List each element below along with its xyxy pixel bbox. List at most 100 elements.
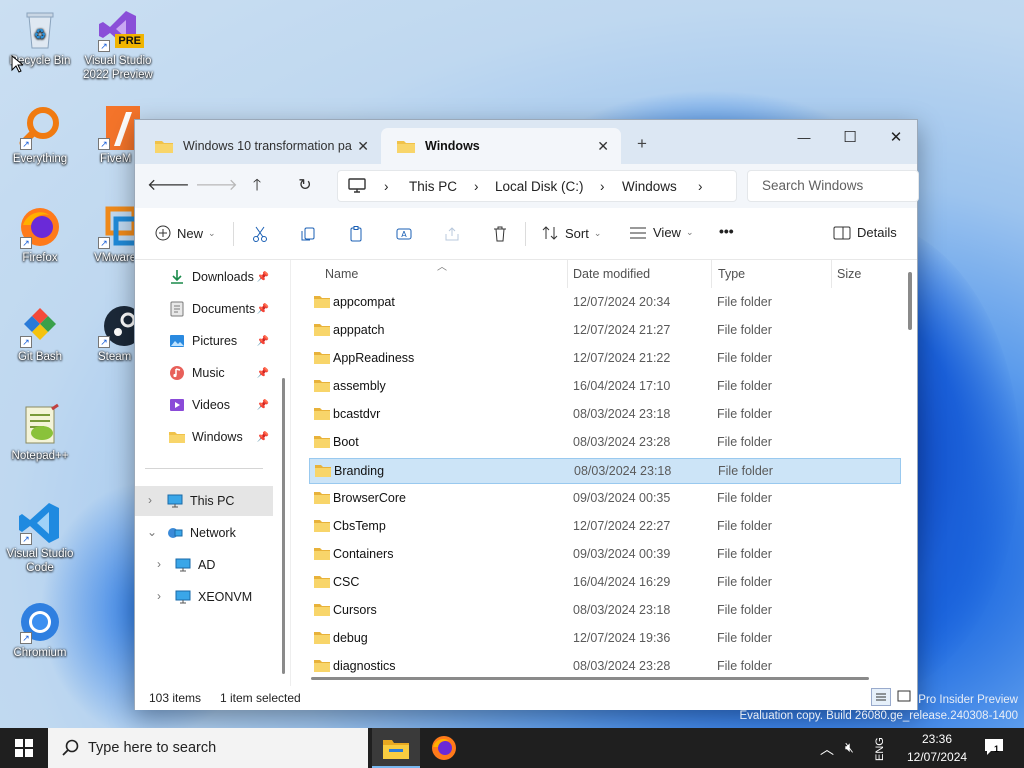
desktop-icon-firefox[interactable]: ↗ Firefox bbox=[2, 205, 78, 265]
table-row[interactable]: CSC 16/04/2024 16:29 File folder bbox=[309, 570, 901, 596]
share-button[interactable] bbox=[443, 225, 467, 243]
column-header-size[interactable]: Size bbox=[837, 267, 861, 281]
input-language[interactable]: ENG bbox=[874, 735, 886, 761]
taskbar-firefox[interactable] bbox=[420, 728, 468, 768]
refresh-icon[interactable]: ↻ bbox=[291, 174, 319, 198]
volume-muted-icon[interactable]: 🔇︎ bbox=[845, 739, 854, 768]
close-tab-icon[interactable]: ✕ bbox=[357, 138, 369, 155]
table-row[interactable]: apppatch 12/07/2024 21:27 File folder bbox=[309, 318, 901, 344]
view-button[interactable]: View ⌄ bbox=[629, 225, 694, 240]
back-arrow-icon[interactable]: 🡐 bbox=[147, 174, 190, 198]
breadcrumb-chevron-icon: › bbox=[384, 179, 389, 194]
close-tab-icon[interactable]: ✕ bbox=[597, 138, 609, 155]
notifications-button[interactable]: 1 bbox=[984, 738, 1004, 756]
table-row[interactable]: bcastdvr 08/03/2024 23:18 File folder bbox=[309, 402, 901, 428]
cut-button[interactable] bbox=[251, 225, 275, 243]
breadcrumb-windows[interactable]: Windows bbox=[622, 179, 677, 194]
address-bar[interactable]: › This PC › Local Disk (C:) › Windows › bbox=[337, 170, 737, 202]
file-explorer-window[interactable]: Windows 10 transformation pa ✕ Windows ✕… bbox=[134, 119, 919, 710]
file-date-modified: 12/07/2024 19:36 bbox=[573, 631, 671, 645]
sidebar-scrollbar[interactable] bbox=[282, 378, 285, 674]
sidebar-item-pictures[interactable]: Pictures 📌 bbox=[135, 326, 273, 356]
sidebar-item-network-xeonvm[interactable]: › XEONVM bbox=[135, 582, 273, 612]
chevron-right-icon[interactable]: › bbox=[157, 557, 161, 571]
paste-button[interactable] bbox=[347, 225, 371, 243]
column-header-date-modified[interactable]: Date modified bbox=[573, 267, 650, 281]
monitor-icon bbox=[348, 178, 366, 193]
table-row[interactable]: assembly 16/04/2024 17:10 File folder bbox=[309, 374, 901, 400]
breadcrumb-this-pc[interactable]: This PC bbox=[409, 179, 457, 194]
chevron-down-icon[interactable]: ⌄ bbox=[147, 525, 157, 539]
file-name: assembly bbox=[333, 379, 386, 393]
minimize-button[interactable]: — bbox=[781, 124, 827, 154]
table-row[interactable]: debug 12/07/2024 19:36 File folder bbox=[309, 626, 901, 652]
monitor-icon bbox=[175, 590, 191, 604]
tab-windows-10-transformation[interactable]: Windows 10 transformation pa ✕ bbox=[139, 128, 381, 164]
table-row[interactable]: appcompat 12/07/2024 20:34 File folder bbox=[309, 290, 901, 316]
sidebar-item-videos[interactable]: Videos 📌 bbox=[135, 390, 273, 420]
breadcrumb-local-disk[interactable]: Local Disk (C:) bbox=[495, 179, 584, 194]
file-list-vertical-scrollbar[interactable] bbox=[908, 272, 912, 330]
show-hidden-icons-chevron-icon[interactable]: ︿ bbox=[820, 739, 834, 768]
sidebar-item-windows[interactable]: Windows 📌 bbox=[135, 422, 273, 452]
sidebar-item-this-pc[interactable]: › This PC bbox=[135, 486, 273, 516]
file-type: File folder bbox=[717, 435, 772, 449]
file-name: Branding bbox=[334, 464, 385, 478]
pin-icon: 📌 bbox=[256, 399, 269, 411]
sidebar-item-network-ad[interactable]: › AD bbox=[135, 550, 273, 580]
column-header-type[interactable]: Type bbox=[718, 267, 745, 281]
details-view-button[interactable] bbox=[871, 688, 891, 706]
table-row[interactable]: Branding 08/03/2024 23:18 File folder bbox=[309, 458, 901, 484]
git-bash-icon: ↗ bbox=[18, 304, 62, 348]
table-row[interactable]: Boot 08/03/2024 23:28 File folder bbox=[309, 430, 901, 456]
sidebar-item-downloads[interactable]: Downloads 📌 bbox=[135, 262, 273, 292]
table-row[interactable]: CbsTemp 12/07/2024 22:27 File folder bbox=[309, 514, 901, 540]
forward-arrow-icon[interactable]: 🡒 bbox=[195, 174, 238, 198]
file-name: Containers bbox=[333, 547, 394, 561]
desktop-icon-visual-studio[interactable]: PRE ↗ Visual Studio 2022 Preview bbox=[80, 8, 156, 82]
taskbar-file-explorer[interactable] bbox=[372, 728, 420, 768]
desktop-icon-notepad-plus-plus[interactable]: Notepad++ bbox=[2, 403, 78, 463]
desktop-icon-everything[interactable]: ↗ Everything bbox=[2, 106, 78, 166]
maximize-button[interactable]: ☐ bbox=[827, 124, 873, 154]
column-header-name[interactable]: Name bbox=[325, 267, 358, 281]
file-type: File folder bbox=[717, 295, 772, 309]
clock-date[interactable]: 12/07/2024 bbox=[907, 750, 967, 768]
taskbar-search-box[interactable]: Type here to search bbox=[48, 728, 368, 768]
sidebar-item-documents[interactable]: Documents 📌 bbox=[135, 294, 273, 324]
sidebar-item-music[interactable]: Music 📌 bbox=[135, 358, 273, 388]
table-row[interactable]: BrowserCore 09/03/2024 00:35 File folder bbox=[309, 486, 901, 512]
start-button[interactable] bbox=[0, 728, 48, 768]
table-row[interactable]: AppReadiness 12/07/2024 21:22 File folder bbox=[309, 346, 901, 372]
new-button[interactable]: New ⌄ bbox=[155, 225, 216, 241]
delete-button[interactable] bbox=[491, 225, 515, 243]
rename-button[interactable]: A bbox=[395, 225, 419, 243]
clipboard-icon bbox=[350, 226, 362, 242]
desktop-icon-chromium[interactable]: ↗ Chromium bbox=[2, 600, 78, 660]
up-arrow-icon[interactable]: 🡑 bbox=[243, 174, 271, 198]
desktop-icon-git-bash[interactable]: ↗ Git Bash bbox=[2, 304, 78, 364]
table-row[interactable]: Cursors 08/03/2024 23:18 File folder bbox=[309, 598, 901, 624]
close-window-button[interactable]: ✕ bbox=[873, 124, 919, 154]
details-pane-button[interactable]: Details bbox=[833, 225, 897, 240]
file-type: File folder bbox=[717, 379, 772, 393]
desktop-icon-vscode[interactable]: ↗ Visual Studio Code bbox=[2, 501, 78, 575]
copy-button[interactable] bbox=[299, 225, 323, 243]
tab-windows[interactable]: Windows ✕ bbox=[381, 128, 621, 164]
more-options-button[interactable]: ••• bbox=[719, 223, 734, 239]
chevron-right-icon[interactable]: › bbox=[148, 493, 152, 507]
file-name: bcastdvr bbox=[333, 407, 381, 421]
chevron-right-icon[interactable]: › bbox=[157, 589, 161, 603]
chromium-icon: ↗ bbox=[18, 600, 62, 644]
file-name: CSC bbox=[333, 575, 360, 589]
selection-count: 1 item selected bbox=[220, 691, 301, 705]
sidebar-item-network[interactable]: ⌄ Network bbox=[135, 518, 273, 548]
search-input[interactable]: Search Windows bbox=[747, 170, 919, 202]
table-row[interactable]: Containers 09/03/2024 00:39 File folder bbox=[309, 542, 901, 568]
tab-label: Windows 10 transformation pa bbox=[183, 139, 352, 153]
desktop-icon-label: Steam bbox=[98, 351, 132, 363]
file-list-horizontal-scrollbar[interactable] bbox=[311, 677, 869, 680]
tiles-view-button[interactable] bbox=[895, 688, 915, 706]
sort-button[interactable]: Sort ⌄ bbox=[541, 225, 601, 241]
new-tab-button[interactable]: + bbox=[637, 134, 647, 154]
